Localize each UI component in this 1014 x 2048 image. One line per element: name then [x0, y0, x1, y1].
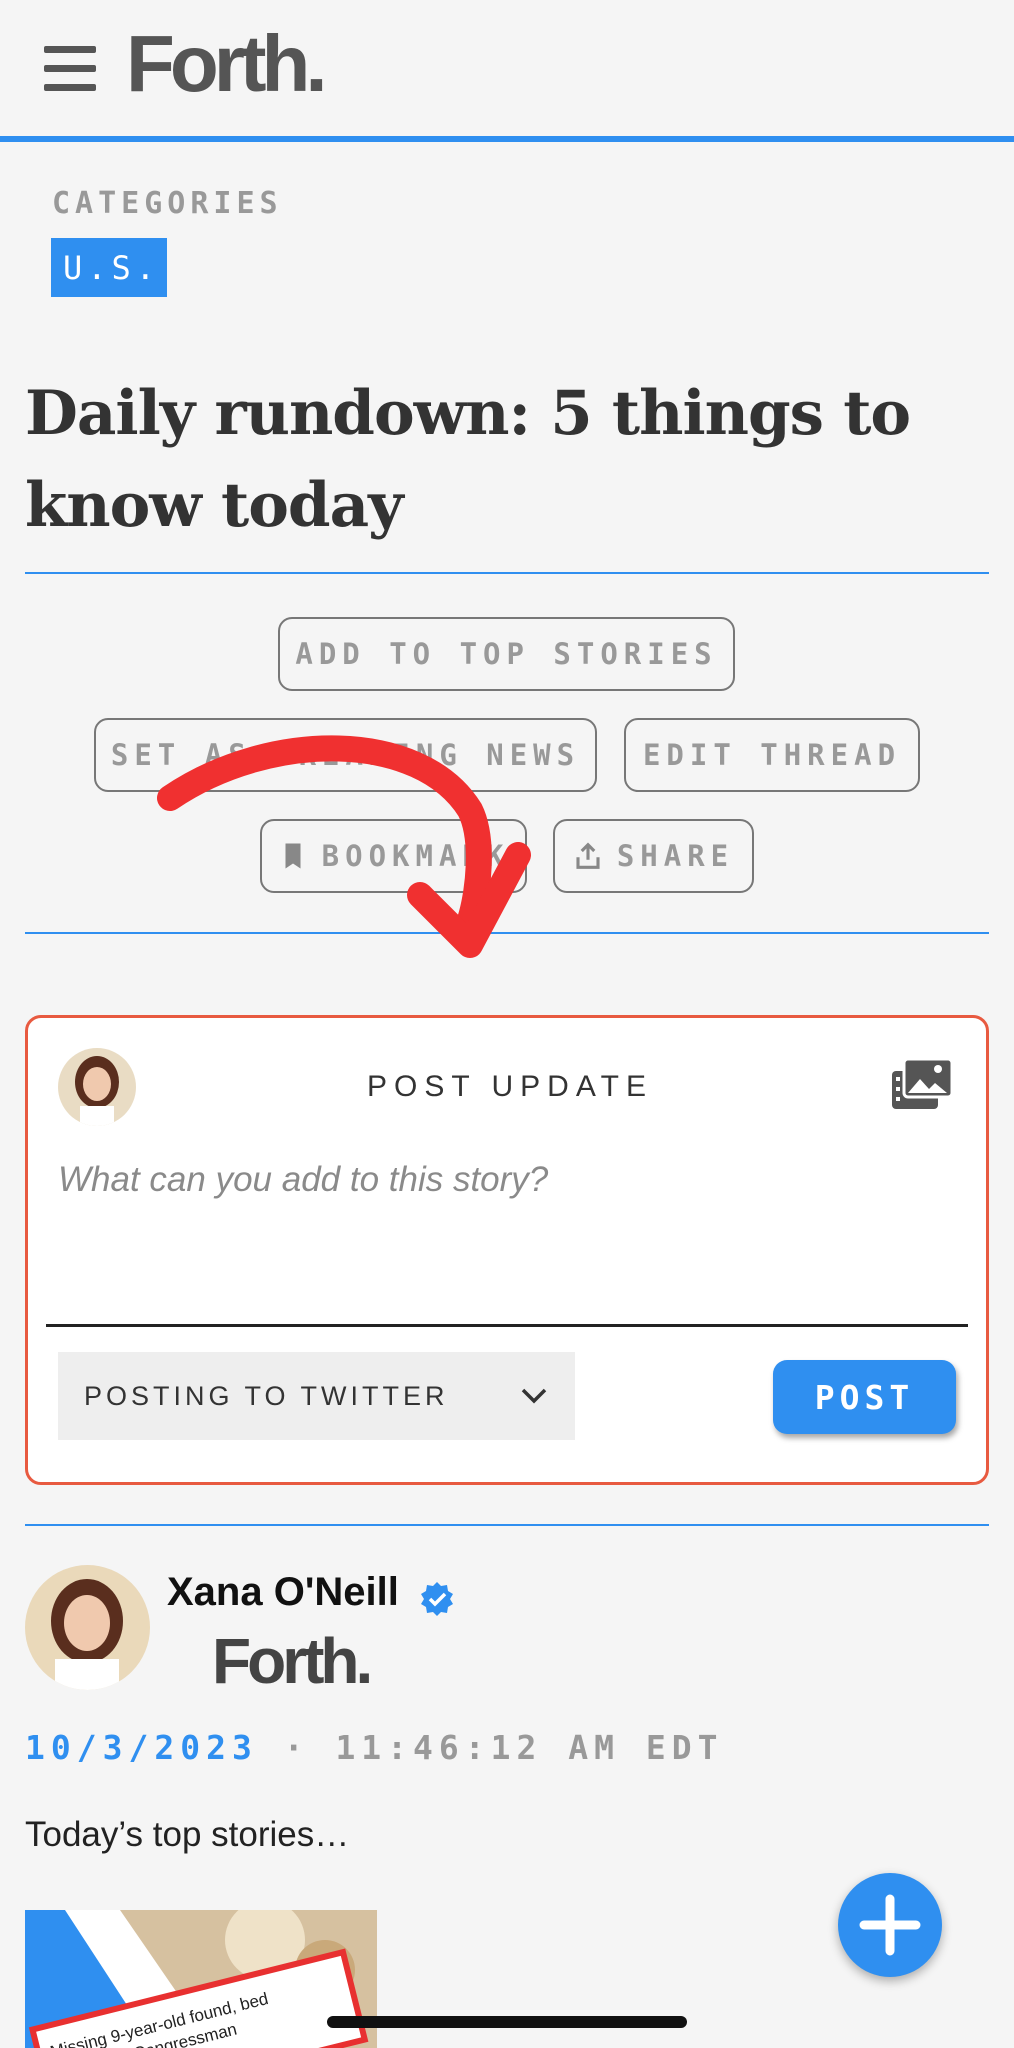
share-label: SHARE [616, 839, 735, 873]
update-text: Today’s top stories… [25, 1815, 350, 1854]
bookmark-button[interactable]: BOOKMARK [260, 819, 527, 893]
share-icon [576, 842, 600, 869]
author-avatar[interactable] [25, 1565, 150, 1690]
category-chip[interactable]: U.S. [51, 238, 167, 297]
edit-thread-button[interactable]: EDIT THREAD [624, 718, 920, 792]
update-time: 11:46:12 AM EDT [335, 1728, 724, 1767]
divider [25, 932, 989, 934]
divider [25, 572, 989, 574]
input-underline [46, 1324, 968, 1327]
update-image[interactable]: Missing 9-year-old found, bed ...st Pari… [25, 1910, 377, 2048]
post-update-input[interactable] [58, 1160, 938, 1200]
timestamp-separator: · [283, 1728, 310, 1767]
bookmark-icon [285, 843, 301, 869]
home-indicator[interactable] [327, 2016, 687, 2028]
author-name[interactable]: Xana O'Neill [167, 1570, 399, 1615]
set-as-breaking-news-button[interactable]: SET AS BREAKING NEWS [94, 718, 597, 792]
app-header: Forth. [0, 0, 1014, 142]
categories-label: CATEGORIES [52, 186, 283, 221]
posting-destination-label: POSTING TO TWITTER [84, 1380, 449, 1411]
chevron-down-icon [521, 1388, 547, 1404]
update-date[interactable]: 10/3/2023 [25, 1728, 258, 1767]
user-avatar [58, 1048, 136, 1126]
menu-icon[interactable] [40, 46, 100, 96]
add-fab-button[interactable] [838, 1873, 942, 1977]
app-logo[interactable]: Forth. [126, 18, 328, 110]
gallery-icon[interactable] [888, 1055, 956, 1115]
set-as-breaking-news-label: SET AS BREAKING NEWS [110, 738, 581, 772]
add-to-top-stories-button[interactable]: ADD TO TOP STORIES [278, 617, 735, 691]
update-timestamp: 10/3/2023 · 11:46:12 AM EDT [25, 1728, 723, 1767]
edit-thread-label: EDIT THREAD [642, 738, 902, 772]
plus-icon [859, 1894, 921, 1956]
post-button[interactable]: POST [773, 1360, 956, 1434]
author-organization-logo: Forth. [212, 1625, 373, 1697]
article-title: Daily rundown: 5 things to know today [25, 378, 911, 541]
post-update-title: POST UPDATE [367, 1070, 653, 1103]
bookmark-label: BOOKMARK [321, 839, 510, 873]
add-to-top-stories-label: ADD TO TOP STORIES [295, 637, 718, 671]
divider [25, 1524, 989, 1526]
verified-icon [421, 1582, 453, 1616]
share-button[interactable]: SHARE [553, 819, 754, 893]
posting-destination-select[interactable]: POSTING TO TWITTER [58, 1352, 575, 1440]
